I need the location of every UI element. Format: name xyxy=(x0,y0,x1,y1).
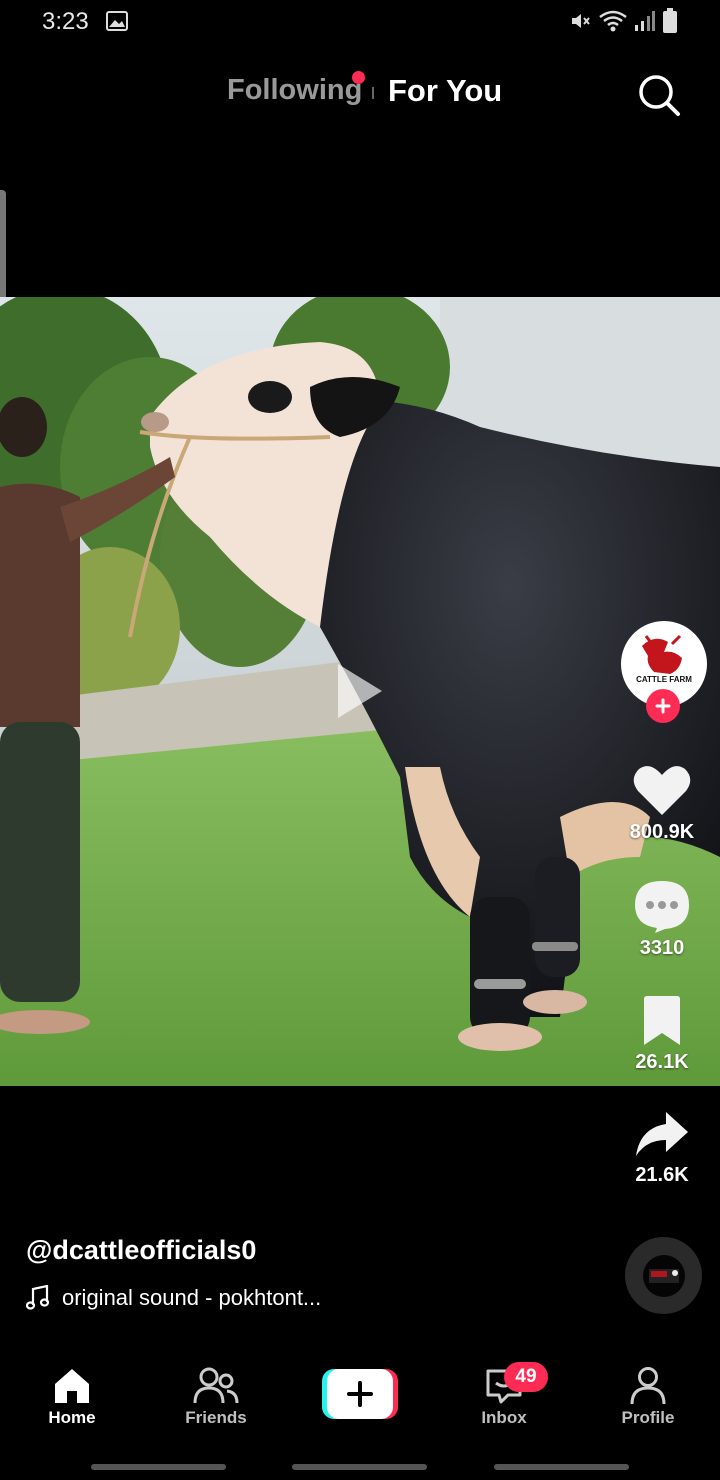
gallery-icon xyxy=(106,11,128,36)
inbox-badge: 49 xyxy=(504,1362,548,1392)
create-icon xyxy=(322,1369,398,1419)
like-button[interactable]: 800.9K xyxy=(612,763,712,844)
friends-icon xyxy=(193,1367,239,1404)
profile-icon xyxy=(630,1367,666,1405)
plus-icon xyxy=(655,698,671,714)
comment-count: 3310 xyxy=(639,937,685,959)
nav-friends[interactable]: Friends xyxy=(161,1366,271,1428)
svg-text:CATTLE FARM: CATTLE FARM xyxy=(636,675,692,684)
music-disc[interactable] xyxy=(625,1237,702,1314)
share-button[interactable]: 21.6K xyxy=(612,1110,712,1187)
like-count: 800.9K xyxy=(629,821,695,843)
system-nav-back[interactable] xyxy=(494,1464,629,1470)
comment-icon xyxy=(635,881,689,933)
status-time: 3:23 xyxy=(42,8,89,35)
system-nav-recents[interactable] xyxy=(91,1464,226,1470)
sound-logo-icon xyxy=(648,1268,679,1283)
bookmark-icon xyxy=(644,996,680,1045)
music-note-icon xyxy=(26,1285,50,1310)
nav-profile[interactable]: Profile xyxy=(593,1366,703,1428)
share-icon xyxy=(636,1112,688,1156)
search-icon[interactable] xyxy=(636,72,682,118)
nav-home[interactable]: Home xyxy=(17,1366,127,1428)
video-player[interactable] xyxy=(0,297,720,1086)
play-icon[interactable] xyxy=(334,660,386,727)
comment-button[interactable]: 3310 xyxy=(612,879,712,960)
tab-separator xyxy=(372,87,374,99)
nav-profile-label: Profile xyxy=(621,1408,675,1427)
create-button[interactable] xyxy=(322,1369,398,1419)
creator-username[interactable]: @dcattleofficials0 xyxy=(26,1235,256,1266)
follow-button[interactable] xyxy=(646,689,680,723)
status-icons xyxy=(568,8,678,39)
tab-following[interactable]: Following xyxy=(227,74,362,107)
nav-home-label: Home xyxy=(48,1408,96,1427)
system-nav-home[interactable] xyxy=(292,1464,427,1470)
share-count: 21.6K xyxy=(635,1164,689,1186)
bottom-nav: Home Friends Inbox 49 Profile xyxy=(0,1352,720,1452)
new-content-dot xyxy=(352,71,365,84)
mute-icon xyxy=(568,9,592,38)
heart-icon xyxy=(633,766,691,815)
nav-friends-label: Friends xyxy=(185,1408,247,1427)
tab-for-you[interactable]: For You xyxy=(388,73,502,109)
save-button[interactable]: 26.1K xyxy=(612,995,712,1074)
signal-icon xyxy=(634,9,656,38)
battery-icon xyxy=(662,8,678,39)
nav-inbox-label: Inbox xyxy=(481,1408,527,1427)
home-icon xyxy=(55,1369,89,1403)
status-bar: 3:23 xyxy=(0,0,720,44)
sound-thumbnail xyxy=(642,1254,685,1297)
sound-name: original sound - pokhtont... xyxy=(62,1285,322,1310)
sound-row[interactable]: original sound - pokhtont... xyxy=(26,1285,321,1311)
save-count: 26.1K xyxy=(635,1051,689,1073)
top-nav: Following For You xyxy=(0,60,720,124)
wifi-icon xyxy=(598,9,628,38)
